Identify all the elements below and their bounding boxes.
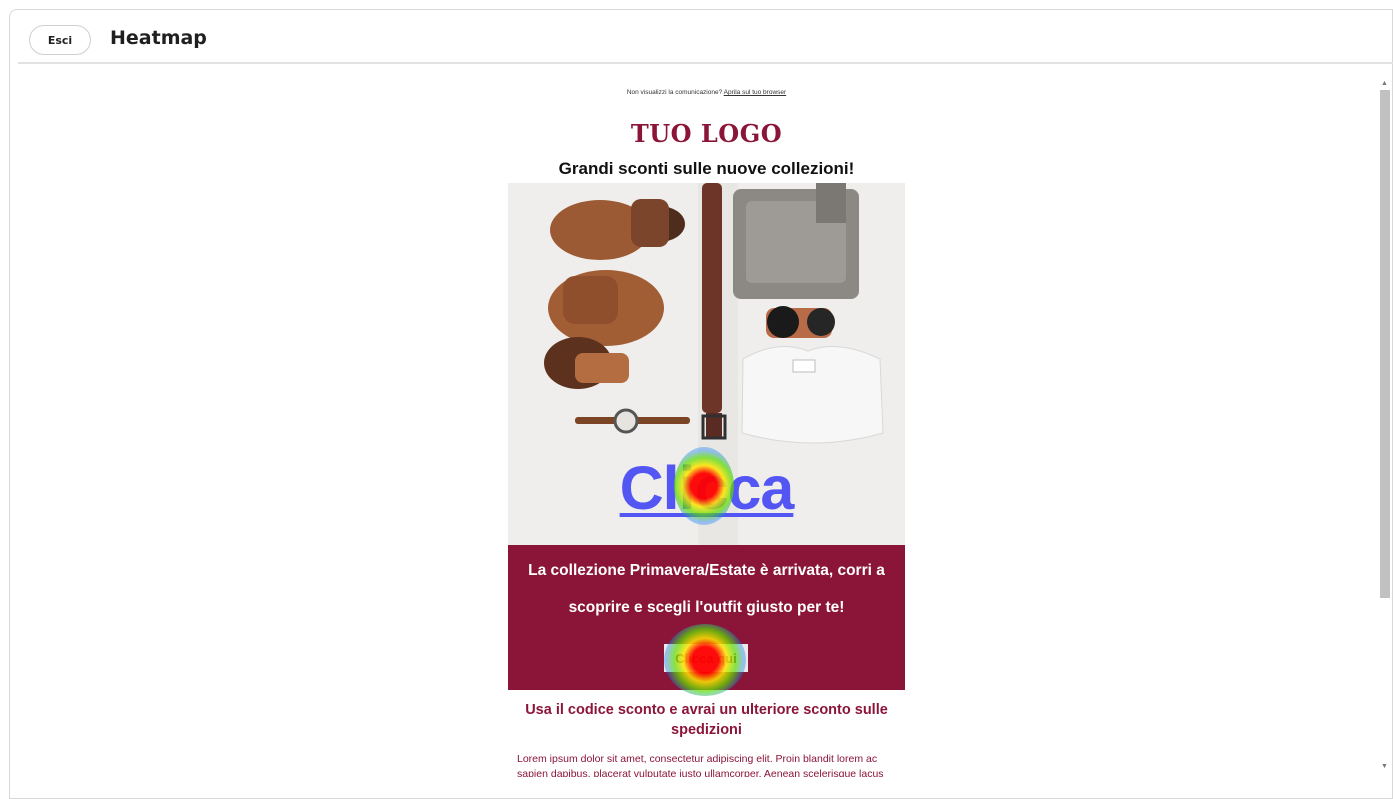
scrollbar-thumb[interactable] [1380, 90, 1390, 598]
email-content: Non visualizzi la comunicazione? Aprila … [508, 72, 905, 777]
promo-block: La collezione Primavera/Estate è arrivat… [508, 545, 905, 690]
sunglasses-illustration [766, 306, 835, 338]
open-in-browser-link[interactable]: Aprila sul tuo browser [724, 89, 787, 96]
hero-cta-link[interactable]: Clicca [508, 453, 905, 523]
trousers-illustration [733, 183, 859, 299]
promo-button[interactable]: Clicca qui [664, 644, 748, 672]
preheader: Non visualizzi la comunicazione? Aprila … [508, 89, 905, 96]
header-bar: Esci Heatmap [18, 20, 1393, 64]
belt-illustration [701, 183, 727, 440]
scroll-down-icon[interactable]: ▼ [1378, 759, 1391, 773]
scroll-up-icon[interactable]: ▲ [1378, 76, 1391, 90]
preheader-text: Non visualizzi la comunicazione? [626, 89, 723, 96]
email-preview[interactable]: Non visualizzi la comunicazione? Aprila … [18, 72, 1376, 777]
hero-image[interactable]: Clicca [508, 183, 905, 545]
page-title: Heatmap [110, 27, 207, 49]
logo: TUO LOGO [630, 119, 783, 148]
body-text: Lorem ipsum dolor sit amet, consectetur … [517, 753, 884, 777]
tshirt-illustration [741, 346, 884, 444]
vertical-scrollbar[interactable]: ▲ ▼ [1378, 76, 1391, 773]
promo-text: La collezione Primavera/Estate è arrivat… [528, 562, 885, 616]
headline: Grandi sconti sulle nuove collezioni! [558, 159, 855, 178]
exit-button[interactable]: Esci [29, 25, 91, 55]
discount-code-title: Usa il codice sconto e avrai un ulterior… [525, 702, 888, 738]
